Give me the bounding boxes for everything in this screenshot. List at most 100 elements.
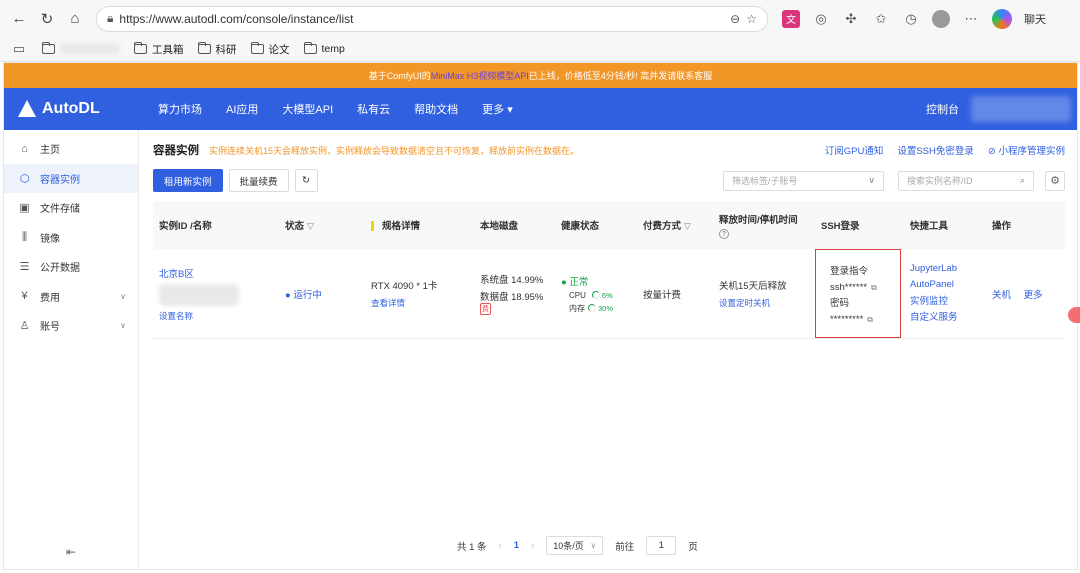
copilot-icon[interactable] — [992, 8, 1012, 29]
tag-filter-select[interactable]: 筛选标签/子账号 ∨ — [723, 170, 884, 191]
sidebar-item-label: 公开数据 — [40, 263, 80, 275]
profile-avatar[interactable] — [932, 9, 950, 28]
favorites-icon[interactable]: ✩ — [872, 10, 890, 28]
health-status: ● 正常 — [561, 276, 589, 288]
bookmark-folder-blurred[interactable] — [42, 42, 120, 55]
help-icon[interactable]: ? — [719, 228, 729, 239]
folder-icon — [303, 42, 317, 54]
sidebar-item-home[interactable]: ⌂ 主页 — [4, 134, 138, 164]
rent-new-instance-button[interactable]: 租用新实例 — [153, 169, 223, 192]
goto-page-input[interactable]: 1 — [646, 536, 677, 555]
account-blurred[interactable] — [971, 96, 1071, 122]
table-row: 北京B区 设置名称 ● 运行中 RTX 4090 * 1卡 查看详情 系统盘 1… — [153, 249, 1065, 339]
filter-icon[interactable]: ▽ — [307, 221, 314, 231]
extension-icon[interactable]: ◎ — [812, 10, 830, 28]
bookmark-folder-toolbox[interactable]: 工具箱 — [134, 42, 184, 57]
filter-icon[interactable]: ▽ — [684, 221, 691, 231]
view-details-link[interactable]: 查看详情 — [371, 297, 474, 309]
bookmark-folder-research[interactable]: 科研 — [197, 42, 237, 57]
translate-extension-icon[interactable]: 文 — [782, 9, 800, 28]
more-menu-icon[interactable]: ⋯ — [962, 10, 980, 28]
page-title: 容器实例 — [153, 145, 199, 157]
page-info-icon[interactable]: 🔒︎ — [107, 11, 113, 26]
main-content: 容器实例 实例连续关机15天会释放实例，实例释放会导致数据清空且不可恢复，释放前… — [139, 130, 1077, 569]
autopanel-link[interactable]: AutoPanel — [910, 277, 986, 294]
chat-label[interactable]: 聊天 — [1024, 11, 1046, 27]
nav-more[interactable]: 更多 ▾ — [482, 101, 513, 117]
folder-icon — [134, 42, 147, 54]
prev-page-icon[interactable]: ‹ — [499, 540, 502, 551]
floating-side-tab[interactable] — [1068, 307, 1080, 323]
subscribe-gpu-link[interactable]: 订阅GPU通知 — [825, 143, 884, 157]
nav-market[interactable]: 算力市场 — [158, 101, 202, 117]
system-disk: 系统盘 14.99% — [480, 275, 544, 286]
nav-console[interactable]: 控制台 — [926, 101, 959, 117]
page-unit: 页 — [688, 541, 698, 553]
zoom-icon[interactable]: ⊖ — [730, 12, 740, 26]
next-page-icon[interactable]: › — [531, 540, 534, 551]
schedule-shutdown-link[interactable]: 设置定时关机 — [719, 297, 815, 309]
set-name-link[interactable]: 设置名称 — [159, 310, 279, 322]
sidebar-item-file-storage[interactable]: ▣ 文件存储 — [4, 193, 138, 223]
col-payment[interactable]: 付费方式 ▽ — [637, 201, 713, 249]
page-size-select[interactable]: 10条/页 ∨ — [546, 536, 604, 555]
folder-icon — [250, 42, 264, 54]
bookmark-toggle-icon[interactable]: ▭ — [10, 40, 28, 58]
bookmark-label: 科研 — [215, 43, 237, 56]
region-link[interactable]: 北京B区 — [159, 266, 279, 280]
refresh-button[interactable]: ↻ — [294, 169, 318, 192]
shutdown-button[interactable]: 关机 — [992, 290, 1011, 301]
more-actions-button[interactable]: 更多 — [1024, 290, 1043, 301]
col-status[interactable]: 状态 ▽ — [279, 201, 365, 249]
total-count: 共 1 条 — [457, 541, 487, 553]
batch-renew-button[interactable]: 批量续费 — [228, 169, 289, 192]
yen-icon: ¥ — [21, 290, 28, 303]
bookmark-folder-temp[interactable]: temp — [303, 42, 345, 55]
custom-service-link[interactable]: 自定义服务 — [910, 310, 986, 327]
bookmark-folder-papers[interactable]: 论文 — [250, 42, 290, 57]
history-icon[interactable]: ◷ — [902, 10, 920, 28]
nav-private-cloud[interactable]: 私有云 — [357, 101, 390, 117]
search-icon[interactable]: ⌕ — [1020, 175, 1025, 186]
sidebar-item-label: 文件存储 — [40, 204, 80, 216]
address-bar[interactable]: 🔒︎ https://www.autodl.com/console/instan… — [96, 5, 768, 32]
instance-search-input[interactable]: 搜索实例名称/ID ⌕ — [898, 170, 1034, 191]
pagination: 共 1 条 ‹ 1 › 10条/页 ∨ 前往 1 页 — [457, 536, 698, 555]
jupyterlab-link[interactable]: JupyterLab — [910, 261, 986, 278]
col-label: 释放时间/停机时间 — [719, 214, 798, 226]
ssh-cmd-label: 登录指令 — [830, 266, 869, 277]
filter-placeholder: 筛选标签/子账号 — [732, 176, 798, 186]
mem-label: 内存 — [569, 303, 585, 313]
extensions-puzzle-icon[interactable]: ✣ — [842, 10, 860, 28]
status-cell: ● 运行中 — [279, 249, 365, 339]
sidebar-item-account[interactable]: ♙ 账号 ∨ — [4, 311, 138, 341]
instance-monitor-link[interactable]: 实例监控 — [910, 294, 986, 311]
nav-help-docs[interactable]: 帮助文档 — [414, 101, 458, 117]
banner-highlight[interactable]: MiniMax H3视频模型API — [431, 69, 529, 82]
refresh-icon[interactable]: ↻ — [36, 8, 58, 30]
miniprogram-link[interactable]: ⊘ 小程序管理实例 — [988, 143, 1065, 157]
ssh-passwordless-link[interactable]: 设置SSH免密登录 — [897, 143, 974, 157]
bookmark-label: temp — [321, 43, 345, 55]
sidebar-item-container-instances[interactable]: ⬡ 容器实例 — [4, 163, 138, 193]
favorite-star-icon[interactable]: ☆ — [746, 12, 757, 26]
copy-icon[interactable]: ⧉ — [871, 283, 877, 292]
miniprogram-label: 小程序管理实例 — [998, 146, 1065, 157]
autodl-logo[interactable]: AutoDL — [4, 100, 158, 118]
collapse-sidebar-icon[interactable]: ⇤ — [66, 545, 76, 559]
password-label: 密码 — [830, 298, 850, 309]
logo-text: AutoDL — [42, 100, 100, 117]
page-number[interactable]: 1 — [514, 540, 519, 551]
nav-ai-apps[interactable]: AI应用 — [226, 101, 258, 117]
sidebar-item-images[interactable]: ⫼ 镜像 — [4, 223, 138, 253]
copy-icon[interactable]: ⧉ — [867, 315, 873, 324]
nav-llm-api[interactable]: 大模型API — [282, 101, 333, 117]
sidebar-item-public-data[interactable]: ☰ 公开数据 — [4, 252, 138, 282]
sidebar-item-label: 账号 — [40, 322, 60, 334]
home-icon[interactable]: ⌂ — [64, 8, 86, 30]
back-icon[interactable]: ← — [8, 8, 30, 30]
instance-id-cell: 北京B区 设置名称 — [153, 249, 279, 339]
settings-button[interactable]: ⚙ — [1045, 170, 1065, 191]
sidebar-item-billing[interactable]: ¥ 费用 ∨ — [4, 282, 138, 312]
promo-banner[interactable]: 基于ComfyUI的 MiniMax H3视频模型API 已上线，价格低至4分钱/秒… — [4, 63, 1077, 88]
